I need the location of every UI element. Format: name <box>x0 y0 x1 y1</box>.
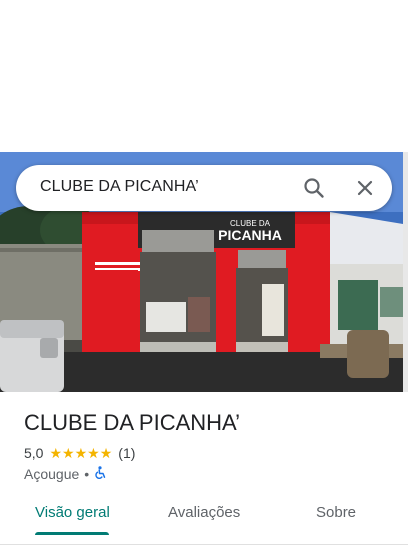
separator: • <box>84 466 90 482</box>
star-icon: ★ <box>62 445 75 461</box>
search-bar[interactable]: CLUBE DA PICANHA’ <box>16 165 392 211</box>
blank-header-area <box>0 0 408 152</box>
photo-scrollbar[interactable] <box>403 152 408 392</box>
sign-brand-main: PICANHA <box>218 227 282 243</box>
star-icon: ★ <box>49 445 63 461</box>
active-tab-indicator <box>35 532 109 535</box>
place-title: CLUBE DA PICANHA’ <box>24 410 240 435</box>
place-category: Açougue <box>24 466 80 482</box>
search-icon[interactable] <box>300 174 328 202</box>
star-icon: ★ <box>99 445 113 461</box>
search-input[interactable]: CLUBE DA PICANHA’ <box>40 178 199 196</box>
tab-overview[interactable]: Visão geral <box>35 504 110 521</box>
rating-value: 5,0 <box>24 445 44 461</box>
star-icon: ★ <box>87 445 100 461</box>
star-icon: ★ <box>74 445 88 461</box>
tab-reviews[interactable]: Avaliações <box>168 504 240 521</box>
tab-about[interactable]: Sobre <box>316 504 356 521</box>
review-count[interactable]: (1) <box>118 445 135 461</box>
tab-bar: Visão geral Avaliações Sobre <box>0 494 408 545</box>
close-icon[interactable] <box>351 174 379 202</box>
rating-stars: ★ ★ ★ ★ ★ <box>49 446 112 460</box>
rating-row[interactable]: 5,0 ★ ★ ★ ★ ★ (1) <box>24 445 135 461</box>
wheelchair-icon <box>94 466 106 482</box>
category-row: Açougue • <box>24 466 106 482</box>
